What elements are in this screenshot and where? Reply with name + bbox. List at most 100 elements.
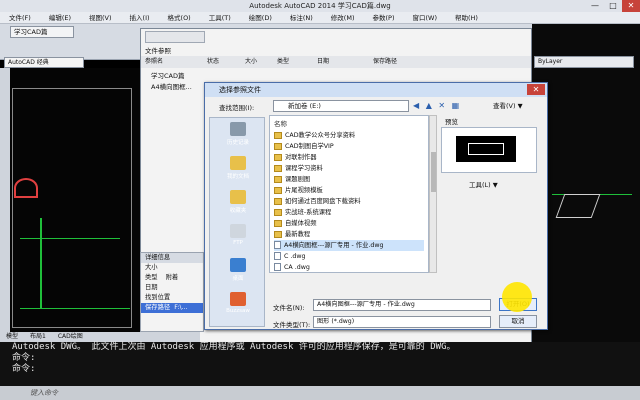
xref-row[interactable]: 学习CAD篇	[151, 70, 185, 80]
tab-model[interactable]: 模型	[0, 333, 24, 340]
detail-saved-path[interactable]: 保存路径 F:\...	[141, 303, 203, 313]
dwg-file-icon	[274, 263, 281, 271]
menu-edit[interactable]: 编辑(E)	[40, 12, 80, 24]
list-item-selected[interactable]: A4横向图框---源厂专用 - 作业.dwg	[274, 240, 424, 251]
command-history-line: Autodesk DWG。 此文件上次由 Autodesk 应用程序或 Auto…	[12, 342, 456, 352]
xref-toolbar[interactable]	[145, 31, 205, 43]
place-desktop[interactable]: 桌面	[216, 258, 260, 282]
cursor-highlight	[502, 282, 532, 312]
list-item[interactable]: C .dwg	[274, 251, 424, 262]
maximize-button[interactable]: □	[604, 0, 622, 12]
detail-type: 类型 附着	[145, 274, 179, 281]
lookin-label: 查找范围(I):	[219, 104, 255, 112]
tools-menu-button[interactable]: 工具(L) ▼	[469, 179, 498, 189]
col-header[interactable]: 类型	[277, 56, 289, 68]
window-title: Autodesk AutoCAD 2014 学习CAD篇.dwg	[249, 2, 391, 10]
drawing-line	[40, 218, 42, 308]
col-header[interactable]: 日期	[317, 56, 329, 68]
filetype-select[interactable]: 图形 (*.dwg)	[313, 316, 491, 328]
folder-icon	[274, 164, 282, 172]
desktop-icon	[230, 258, 246, 272]
place-history[interactable]: 历史记录	[216, 122, 260, 146]
xref-row[interactable]: A4横向图框...	[151, 81, 192, 91]
layer-combo[interactable]: ByLayer	[534, 56, 634, 68]
menu-view[interactable]: 视图(V)	[80, 12, 121, 24]
preview-label: 预览	[445, 118, 458, 126]
list-item[interactable]: 片尾视频模板	[274, 185, 424, 196]
menu-insert[interactable]: 插入(I)	[121, 12, 159, 24]
drawing-solid	[555, 194, 601, 218]
menu-window[interactable]: 窗口(W)	[403, 12, 446, 24]
list-item[interactable]: 最新教程	[274, 229, 424, 240]
place-favorites[interactable]: 收藏夹	[216, 190, 260, 214]
lookin-select[interactable]: 新加卷 (E:)	[273, 100, 409, 112]
tab-layout1[interactable]: 布局1	[24, 333, 52, 340]
preview-pane	[441, 127, 537, 173]
file-list[interactable]: 名称 CAD教学公众号分享资料 CAD制图自学VIP 对联制作器 课程学习资料 …	[269, 115, 429, 273]
menu-modify[interactable]: 修改(M)	[322, 12, 364, 24]
modify-toolbar-area	[532, 24, 640, 342]
dwg-file-icon	[274, 252, 281, 260]
menu-parametric[interactable]: 参数(P)	[363, 12, 403, 24]
list-item[interactable]: CAD教学公众号分享资料	[274, 130, 424, 141]
dwg-file-icon	[274, 241, 281, 249]
list-item[interactable]: 如何通过百度网盘下载资料	[274, 196, 424, 207]
list-item[interactable]: 课程学习资料	[274, 163, 424, 174]
history-icon	[230, 122, 246, 136]
ftp-icon	[230, 224, 246, 238]
command-history-line: 命令:	[12, 353, 36, 363]
view-menu-button[interactable]: 查看(V) ▼	[493, 100, 537, 112]
scrollbar-thumb[interactable]	[431, 152, 436, 192]
col-header[interactable]: 参照名	[145, 56, 163, 68]
details-header: 详细信息	[141, 253, 203, 263]
detail-size: 大小	[145, 264, 158, 271]
minimize-button[interactable]: —	[586, 0, 604, 12]
tab-cad-drawing[interactable]: CAD绘图	[52, 333, 89, 340]
menu-format[interactable]: 格式(O)	[159, 12, 200, 24]
col-header[interactable]: 状态	[207, 56, 219, 68]
list-item[interactable]: 实战班-系统课程	[274, 207, 424, 218]
filetype-label: 文件类型(T):	[273, 321, 311, 329]
place-ftp[interactable]: FTP	[216, 224, 260, 246]
command-input[interactable]: 键入命令	[0, 386, 640, 400]
cancel-button[interactable]: 取消	[499, 315, 537, 328]
star-folder-icon	[230, 190, 246, 204]
close-button[interactable]: ✕	[622, 0, 640, 12]
menu-help[interactable]: 帮助(H)	[446, 12, 487, 24]
dialog-close-button[interactable]: ✕	[527, 84, 545, 95]
list-item[interactable]: CA .dwg	[274, 262, 424, 272]
list-header-name[interactable]: 名称	[274, 118, 287, 128]
filename-input[interactable]: A4横向图框---源厂专用 - 作业.dwg	[313, 299, 491, 311]
folder-icon	[274, 208, 282, 216]
folder-icon	[274, 142, 282, 150]
list-item[interactable]: 对联制作器	[274, 152, 424, 163]
place-documents[interactable]: 我的文档	[216, 156, 260, 180]
folder-icon	[274, 230, 282, 238]
buzzsaw-icon	[230, 292, 246, 306]
nav-icons[interactable]: ◀ ▲ ✕ ▦	[413, 100, 493, 112]
list-item[interactable]: CAD制图自学VIP	[274, 141, 424, 152]
draw-toolbar[interactable]	[0, 68, 10, 343]
document-tab[interactable]: 学习CAD篇	[10, 26, 74, 38]
menu-tools[interactable]: 工具(T)	[200, 12, 240, 24]
details-pane: 详细信息 大小 类型 附着 日期 找到位置 保存路径 F:\...	[140, 252, 204, 332]
title-bar: Autodesk AutoCAD 2014 学习CAD篇.dwg — □ ✕	[0, 0, 640, 12]
folder-icon	[274, 197, 282, 205]
menu-draw[interactable]: 绘图(D)	[240, 12, 281, 24]
detail-date: 日期	[145, 284, 158, 291]
select-file-dialog: 选择参照文件 ✕ 查找范围(I): 新加卷 (E:) ◀ ▲ ✕ ▦ 查看(V)…	[204, 82, 548, 330]
drawing-border	[12, 88, 132, 328]
list-item[interactable]: 自媒体视频	[274, 218, 424, 229]
dialog-title: 选择参照文件	[205, 83, 547, 97]
col-header[interactable]: 保存路径	[373, 56, 397, 68]
file-list-scrollbar[interactable]	[429, 115, 437, 273]
menu-file[interactable]: 文件(F)	[0, 12, 40, 24]
list-item[interactable]: 课题剧图	[274, 174, 424, 185]
xref-header: 参照名 状态 大小 类型 日期 保存路径	[141, 56, 531, 68]
folder-icon	[274, 219, 282, 227]
menu-dimension[interactable]: 标注(N)	[281, 12, 322, 24]
place-buzzsaw[interactable]: Buzzsaw	[216, 292, 260, 314]
workspace-select[interactable]: AutoCAD 经典	[4, 57, 84, 68]
col-header[interactable]: 大小	[245, 56, 257, 68]
xref-section-title: 文件参照	[145, 47, 171, 55]
